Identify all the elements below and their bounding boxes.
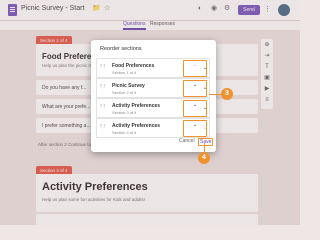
drag-handle-icon[interactable]: ⠇⠇ (100, 105, 107, 110)
step-4-callout: 4 (198, 152, 210, 164)
arrow-highlight (183, 100, 207, 117)
drag-handle-icon[interactable]: ⠇⠇ (100, 125, 107, 130)
section-item-subtitle: Section 3 of 4 (112, 110, 137, 115)
drag-handle-icon[interactable]: ⠇⠇ (100, 65, 107, 70)
callout-line (209, 94, 221, 95)
drag-handle-icon[interactable]: ⠇⠇ (100, 85, 107, 90)
save-button[interactable]: Save (198, 138, 214, 146)
section-item-title: Picnic Survey (112, 83, 145, 89)
section-item-title: Activity Preferences (112, 103, 161, 109)
cancel-button[interactable]: Cancel (179, 138, 195, 144)
dialog-title: Reorder sections (100, 46, 142, 52)
arrow-highlight (183, 80, 207, 97)
section-item-subtitle: Section 2 of 4 (112, 90, 137, 95)
section-item-title: Food Preferences (112, 63, 155, 69)
arrow-highlight (183, 60, 207, 77)
section-item-title: Activity Preferences (112, 123, 161, 129)
step-3-callout: 3 (221, 88, 233, 100)
reorder-sections-dialog: Reorder sections ⠇⠇ Food Preferences Sec… (91, 40, 216, 152)
section-item-subtitle: Section 1 of 4 (112, 70, 137, 75)
section-item-subtitle: Section 4 of 4 (112, 130, 137, 135)
arrow-highlight (183, 120, 207, 137)
